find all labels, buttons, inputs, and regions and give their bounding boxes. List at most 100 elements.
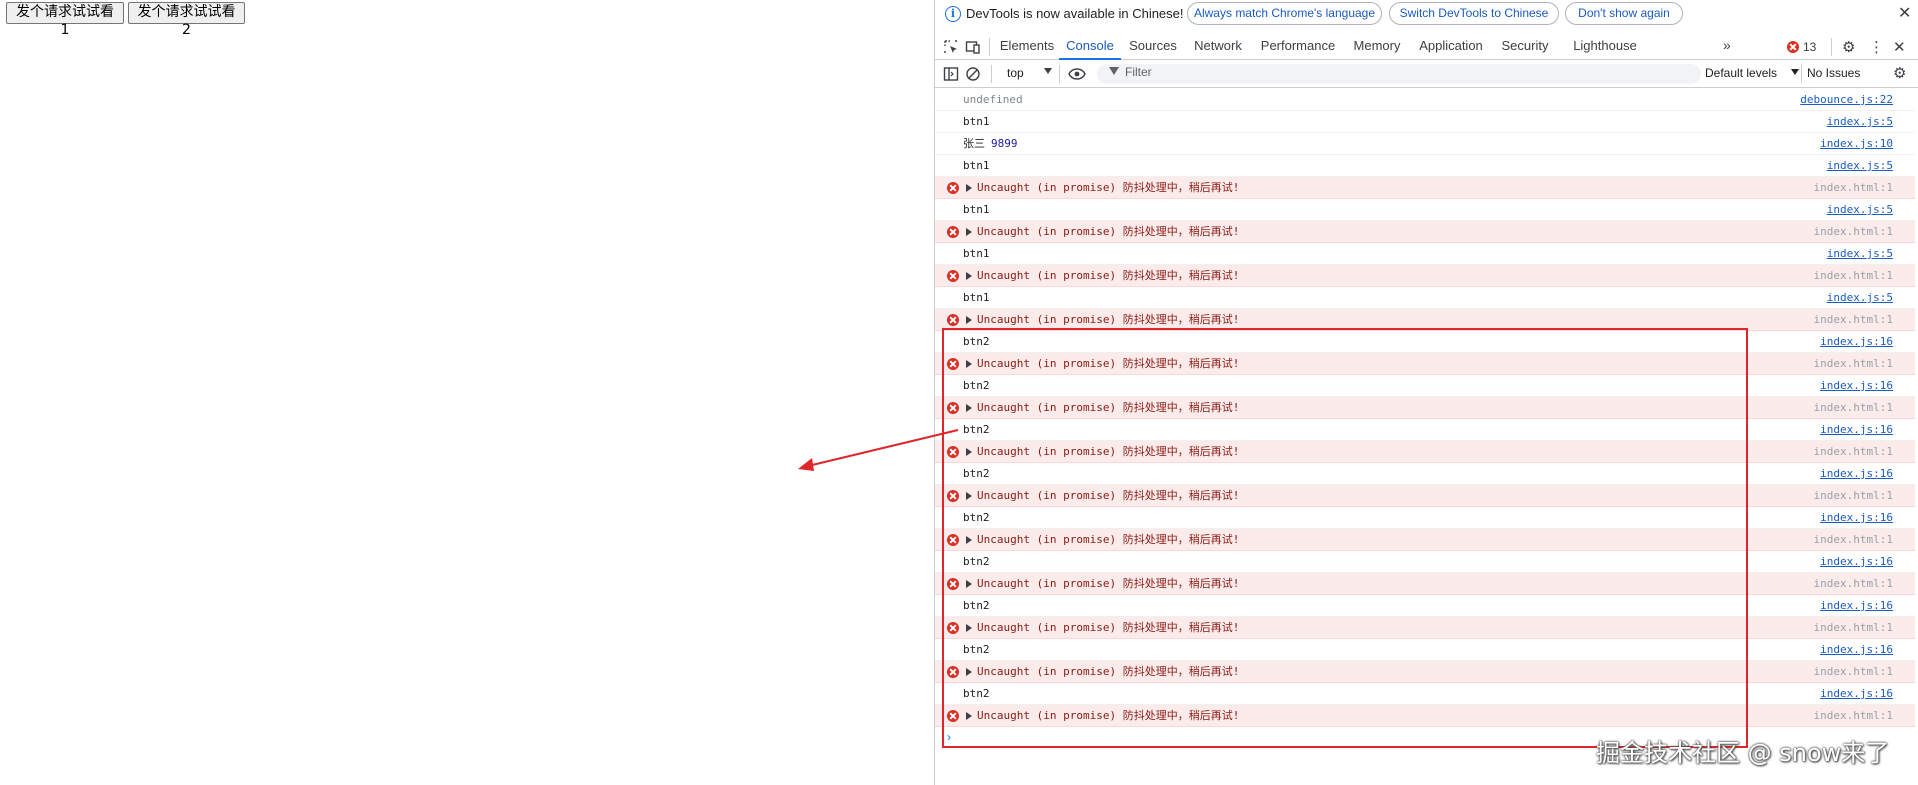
clear-console-icon[interactable]	[965, 66, 981, 82]
filter-input[interactable]	[1097, 64, 1701, 84]
source-link[interactable]: index.js:5	[1827, 199, 1893, 220]
source-link[interactable]: index.js:10	[1820, 133, 1893, 154]
source-link[interactable]: index.js:16	[1820, 683, 1893, 704]
console-message: Uncaught (in promise) 防抖处理中，稍后再试!	[977, 577, 1240, 590]
source-link[interactable]: index.html:1	[1814, 617, 1893, 638]
source-link[interactable]: index.html:1	[1814, 221, 1893, 242]
settings-gear-icon[interactable]: ⚙	[1842, 38, 1855, 56]
dont-show-again-button[interactable]: Don't show again	[1565, 2, 1683, 25]
chevron-down-icon[interactable]	[1791, 69, 1799, 75]
source-link[interactable]: index.js:16	[1820, 419, 1893, 440]
source-link[interactable]: index.js:16	[1820, 507, 1893, 528]
request-button-2[interactable]: 发个请求试试看2	[128, 2, 245, 38]
chevron-down-icon[interactable]	[1044, 68, 1052, 74]
source-link[interactable]: index.html:1	[1814, 441, 1893, 462]
console-log: undefined debounce.js:22 btn1 index.js:5 张三 9…	[935, 89, 1918, 785]
source-link[interactable]: debounce.js:22	[1800, 89, 1893, 110]
expand-triangle-icon[interactable]	[966, 668, 972, 676]
console-message: 张三 9899	[963, 137, 1018, 150]
console-log-row: btn2 index.js:16	[935, 463, 1915, 485]
toolbar-divider	[1059, 65, 1060, 83]
devtools-tabbar: Elements Console Sources Network Perform…	[935, 34, 1918, 60]
log-levels-dropdown[interactable]: Default levels	[1705, 66, 1777, 80]
request-button-1[interactable]: 发个请求试试看1	[6, 2, 124, 38]
console-message: Uncaught (in promise) 防抖处理中，稍后再试!	[977, 709, 1240, 722]
source-link[interactable]: index.js:5	[1827, 155, 1893, 176]
source-link[interactable]: index.js:16	[1820, 551, 1893, 572]
source-link[interactable]: index.html:1	[1814, 661, 1893, 682]
source-link[interactable]: index.html:1	[1814, 353, 1893, 374]
close-icon[interactable]: ✕	[1898, 3, 1911, 23]
source-link[interactable]: index.js:16	[1820, 595, 1893, 616]
source-link[interactable]: index.html:1	[1814, 265, 1893, 286]
tab-lighthouse[interactable]: Lighthouse	[1567, 34, 1643, 60]
live-expression-eye-icon[interactable]	[1068, 66, 1086, 82]
error-icon	[947, 270, 959, 282]
expand-triangle-icon[interactable]	[966, 580, 972, 588]
more-tabs-icon[interactable]: »	[1723, 37, 1731, 53]
error-icon	[947, 710, 959, 722]
console-message: btn1	[963, 203, 990, 216]
device-toolbar-icon[interactable]	[965, 39, 981, 55]
source-link[interactable]: index.html:1	[1814, 309, 1893, 330]
source-link[interactable]: index.html:1	[1814, 705, 1893, 726]
error-count[interactable]: 13	[1803, 40, 1816, 54]
console-message: Uncaught (in promise) 防抖处理中，稍后再试!	[977, 181, 1240, 194]
console-settings-gear-icon[interactable]: ⚙	[1893, 64, 1906, 82]
tab-network[interactable]: Network	[1187, 34, 1249, 60]
inspect-element-icon[interactable]	[943, 39, 959, 55]
toolbar-divider	[991, 65, 992, 83]
source-link[interactable]: index.js:5	[1827, 287, 1893, 308]
expand-triangle-icon[interactable]	[966, 712, 972, 720]
console-message: Uncaught (in promise) 防抖处理中，稍后再试!	[977, 357, 1240, 370]
expand-triangle-icon[interactable]	[966, 448, 972, 456]
source-link[interactable]: index.html:1	[1814, 485, 1893, 506]
source-link[interactable]: index.js:5	[1827, 243, 1893, 264]
console-error-row: Uncaught (in promise) 防抖处理中，稍后再试! index.h…	[935, 309, 1915, 331]
expand-triangle-icon[interactable]	[966, 360, 972, 368]
tab-sources[interactable]: Sources	[1123, 34, 1183, 60]
console-error-row: Uncaught (in promise) 防抖处理中，稍后再试! index.h…	[935, 221, 1915, 243]
filter-funnel-icon	[1109, 67, 1119, 75]
source-link[interactable]: index.html:1	[1814, 573, 1893, 594]
tab-security[interactable]: Security	[1495, 34, 1555, 60]
console-log-row: btn2 index.js:16	[935, 331, 1915, 353]
console-message: Uncaught (in promise) 防抖处理中，稍后再试!	[977, 225, 1240, 238]
toolbar-divider	[989, 38, 990, 56]
tab-performance[interactable]: Performance	[1255, 34, 1341, 60]
source-link[interactable]: index.js:16	[1820, 639, 1893, 660]
console-log-row: btn1 index.js:5	[935, 287, 1915, 309]
error-icon	[947, 182, 959, 194]
expand-triangle-icon[interactable]	[966, 624, 972, 632]
close-devtools-icon[interactable]: ✕	[1893, 38, 1906, 56]
issues-indicator[interactable]: No Issues	[1807, 66, 1860, 80]
expand-triangle-icon[interactable]	[966, 492, 972, 500]
expand-triangle-icon[interactable]	[966, 228, 972, 236]
tab-elements[interactable]: Elements	[997, 34, 1057, 60]
error-badge-icon[interactable]	[1787, 41, 1799, 53]
source-link[interactable]: index.js:16	[1820, 375, 1893, 396]
context-selector[interactable]: top	[1007, 66, 1024, 80]
match-language-button[interactable]: Always match Chrome's language	[1187, 2, 1382, 25]
watermark: 掘金技术社区 @ snow来了	[1596, 739, 1890, 767]
console-log-row: btn1 index.js:5	[935, 243, 1915, 265]
expand-triangle-icon[interactable]	[966, 272, 972, 280]
tab-memory[interactable]: Memory	[1347, 34, 1407, 60]
expand-triangle-icon[interactable]	[966, 536, 972, 544]
source-link[interactable]: index.js:16	[1820, 331, 1893, 352]
console-log-row: btn2 index.js:16	[935, 639, 1915, 661]
source-link[interactable]: index.js:5	[1827, 111, 1893, 132]
more-options-icon[interactable]: ⋮	[1869, 38, 1884, 56]
expand-triangle-icon[interactable]	[966, 404, 972, 412]
tab-console[interactable]: Console	[1059, 34, 1121, 60]
source-link[interactable]: index.html:1	[1814, 529, 1893, 550]
source-link[interactable]: index.js:16	[1820, 463, 1893, 484]
sidebar-toggle-icon[interactable]	[943, 66, 959, 82]
source-link[interactable]: index.html:1	[1814, 397, 1893, 418]
tab-application[interactable]: Application	[1413, 34, 1489, 60]
source-link[interactable]: index.html:1	[1814, 177, 1893, 198]
expand-triangle-icon[interactable]	[966, 316, 972, 324]
switch-to-chinese-button[interactable]: Switch DevTools to Chinese	[1389, 2, 1559, 25]
expand-triangle-icon[interactable]	[966, 184, 972, 192]
console-message: btn2	[963, 643, 990, 656]
